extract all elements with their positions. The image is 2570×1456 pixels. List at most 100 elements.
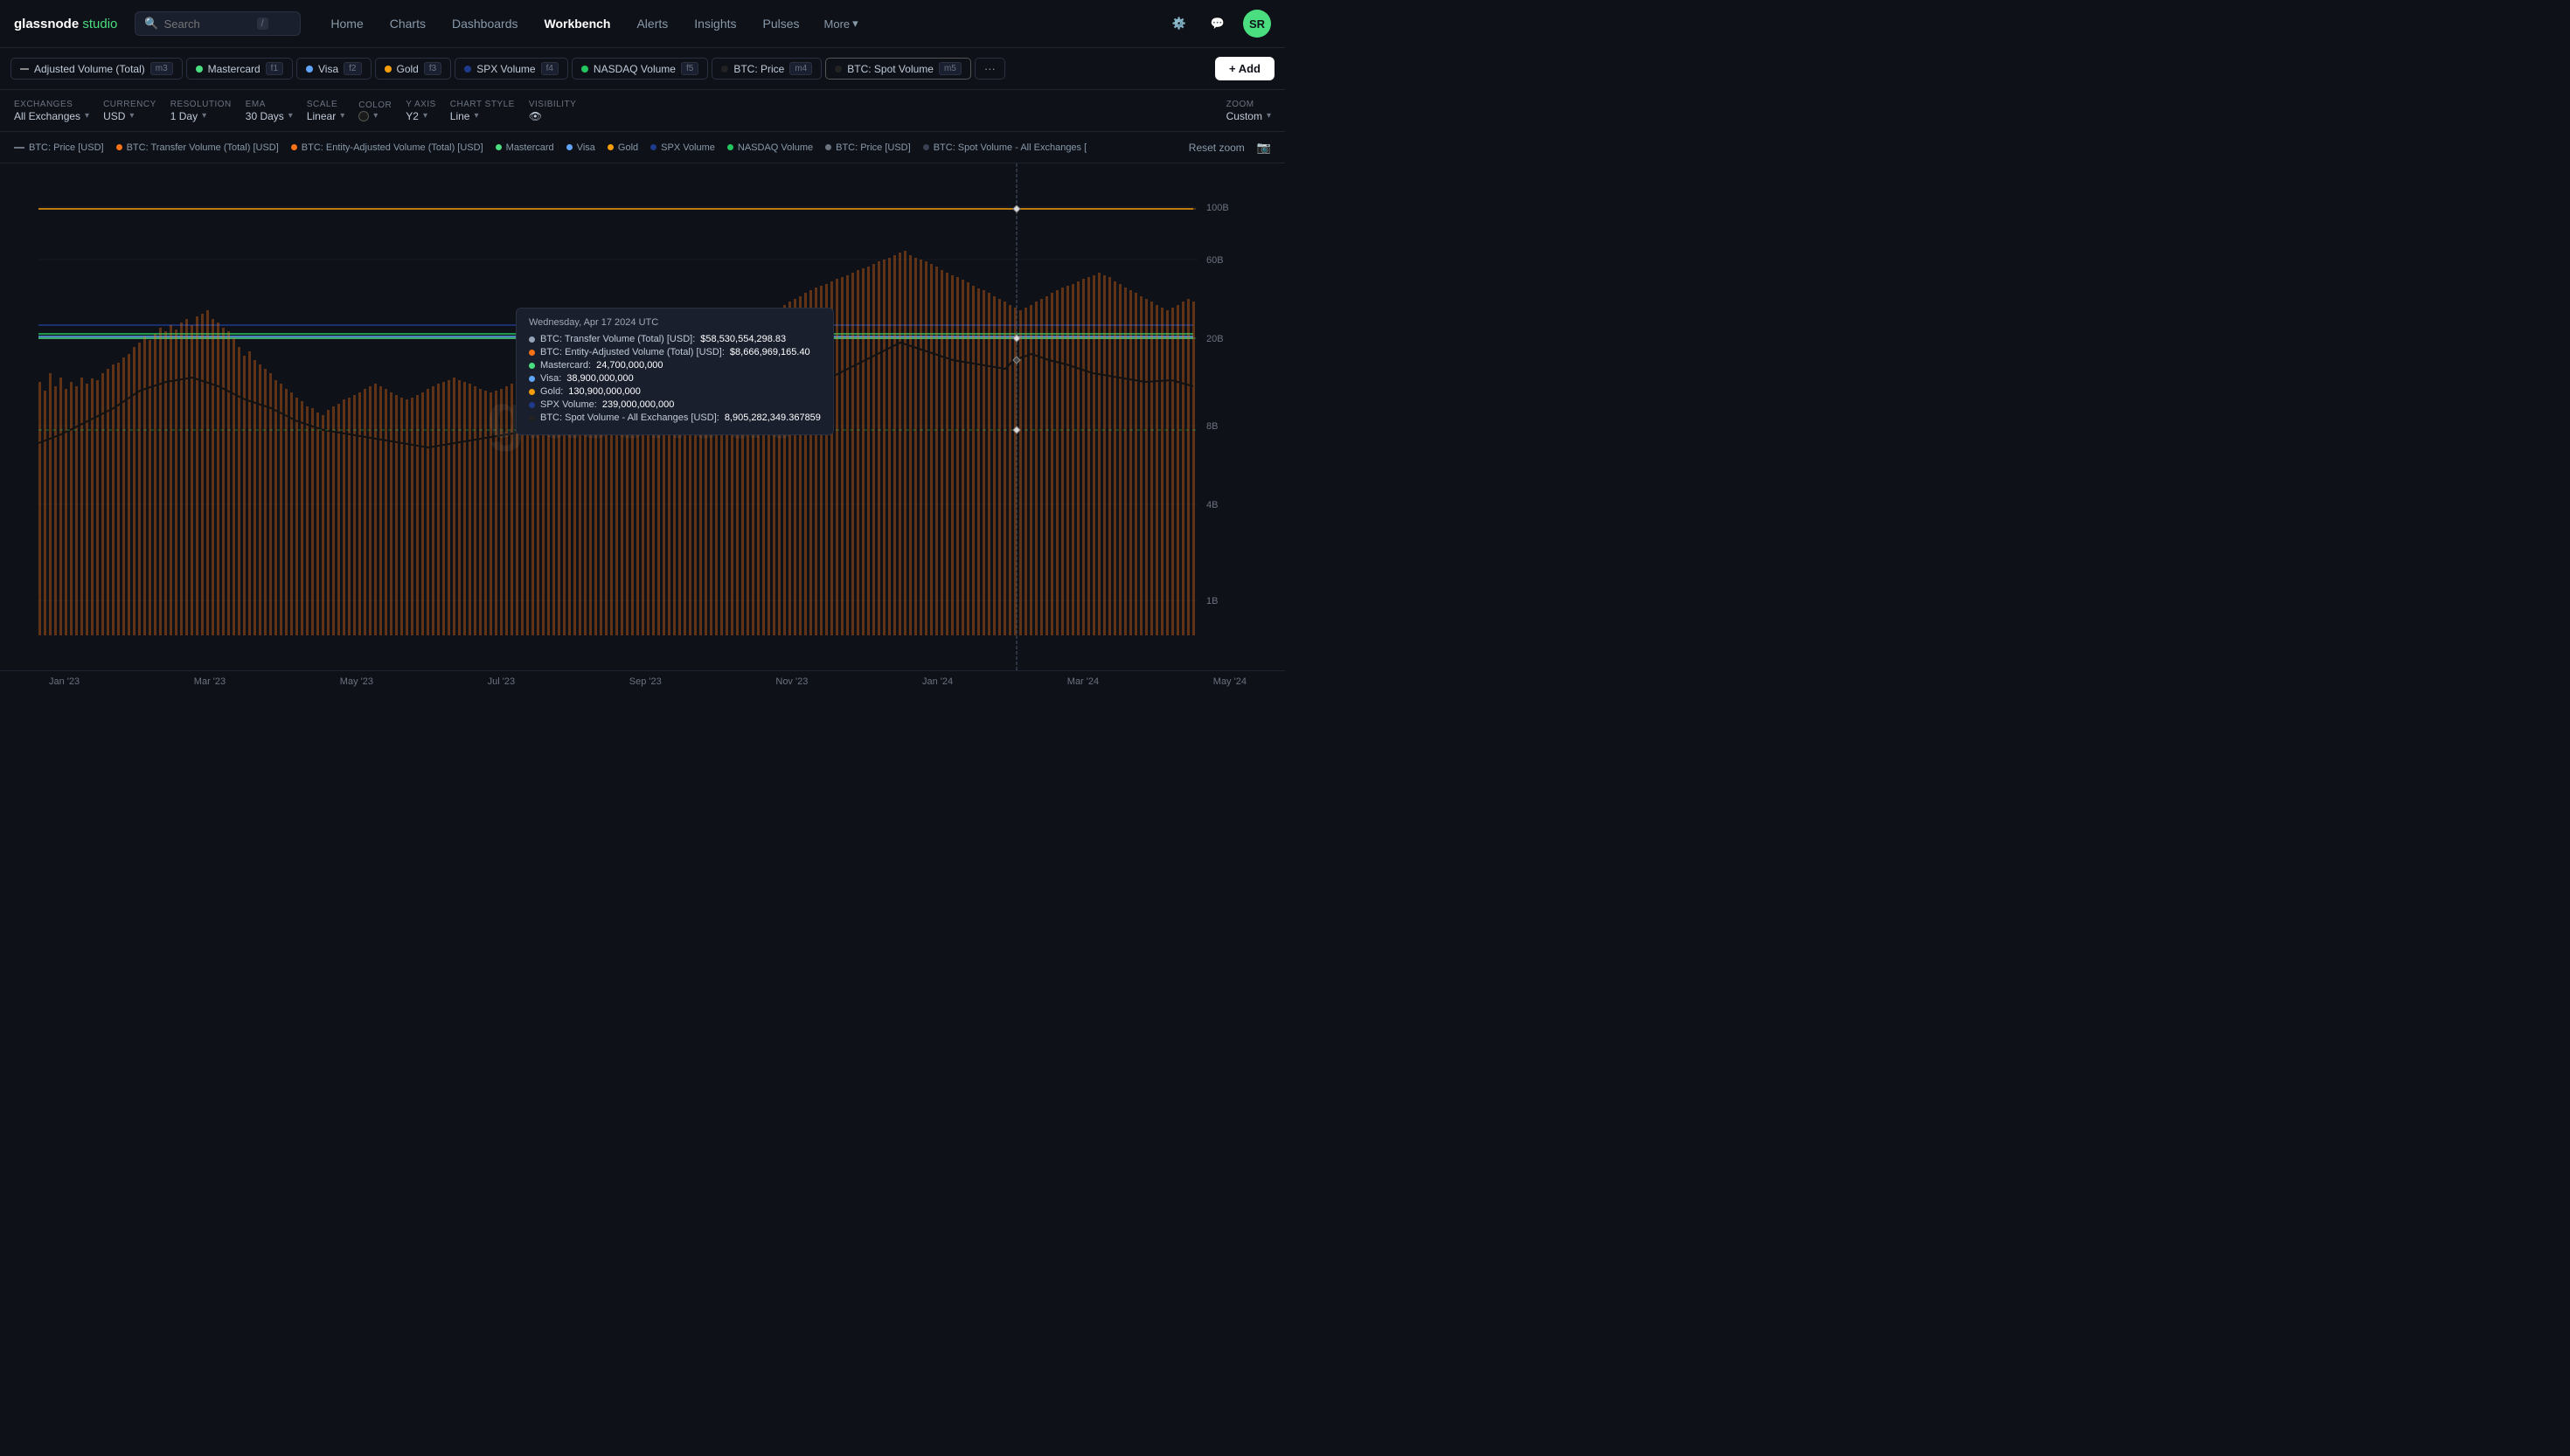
- metric-chip-spx[interactable]: SPX Volume f4: [455, 58, 568, 80]
- metric-chip-btc-spot[interactable]: BTC: Spot Volume m5: [825, 58, 971, 80]
- scale-chevron: ▾: [340, 111, 344, 121]
- visibility-toggle[interactable]: 👁: [529, 110, 576, 122]
- metric-dot-gold: [385, 66, 392, 73]
- metric-dot-btc-spot: [835, 66, 842, 73]
- nav-alerts[interactable]: Alerts: [624, 11, 680, 36]
- tooltip-row-4: Gold: 130,900,000,000: [529, 386, 821, 397]
- chat-icon[interactable]: 💬: [1205, 10, 1231, 37]
- nav-insights[interactable]: Insights: [682, 11, 748, 36]
- svg-text:8B: 8B: [1206, 421, 1218, 432]
- tooltip-row-6: BTC: Spot Volume - All Exchanges [USD]: …: [529, 413, 821, 423]
- legend-bar: BTC: Price [USD] BTC: Transfer Volume (T…: [0, 132, 1285, 163]
- legend-item-transfer-vol: BTC: Transfer Volume (Total) [USD]: [116, 142, 279, 153]
- ema-control: EMA 30 Days ▾: [246, 100, 293, 122]
- legend-item-entity-adj: BTC: Entity-Adjusted Volume (Total) [USD…: [291, 142, 483, 153]
- yaxis-select[interactable]: Y2 ▾: [406, 110, 436, 122]
- color-control: Color ▾: [358, 101, 392, 121]
- chart-area: glassnode 100B 60B 20B 8B 4B 1B: [0, 163, 1285, 670]
- chart-tooltip: Wednesday, Apr 17 2024 UTC BTC: Transfer…: [516, 308, 834, 435]
- tooltip-dot-0: [529, 336, 535, 343]
- currency-chevron: ▾: [129, 111, 134, 121]
- nav-pulses[interactable]: Pulses: [751, 11, 812, 36]
- chart-style-select[interactable]: Line ▾: [450, 110, 515, 122]
- tooltip-row-0: BTC: Transfer Volume (Total) [USD]: $58,…: [529, 334, 821, 344]
- legend-dot-mastercard: [496, 144, 502, 150]
- legend-dot-btcspot: [923, 144, 929, 150]
- svg-text:20B: 20B: [1206, 334, 1224, 344]
- legend-dot-visa: [566, 144, 573, 150]
- search-icon: 🔍: [144, 17, 158, 31]
- metric-chip-adj-vol[interactable]: Adjusted Volume (Total) m3: [10, 58, 183, 80]
- zoom-chevron: ▾: [1267, 111, 1271, 121]
- tooltip-row-3: Visa: 38,900,000,000: [529, 373, 821, 384]
- resolution-chevron: ▾: [202, 111, 206, 121]
- zoom-select[interactable]: Custom ▾: [1226, 110, 1271, 122]
- add-metric-button[interactable]: + Add: [1215, 57, 1275, 80]
- metric-chip-nasdaq[interactable]: NASDAQ Volume f5: [572, 58, 708, 80]
- metrics-bar: Adjusted Volume (Total) m3 Mastercard f1…: [0, 48, 1285, 90]
- legend-dot-gold: [608, 144, 614, 150]
- color-chevron: ▾: [373, 111, 378, 121]
- tooltip-dot-6: [529, 415, 535, 421]
- metric-dot-mastercard: [196, 66, 203, 73]
- svg-text:100B: 100B: [1206, 203, 1229, 213]
- exchanges-control: Exchanges All Exchanges ▾: [14, 100, 89, 122]
- currency-control: Currency USD ▾: [103, 100, 156, 122]
- chart-style-chevron: ▾: [474, 111, 478, 121]
- chevron-down-icon: ▾: [852, 17, 858, 31]
- nav-right: ⚙️ 💬 SR: [1166, 10, 1271, 38]
- settings-icon[interactable]: ⚙️: [1166, 10, 1192, 37]
- tooltip-row-2: Mastercard: 24,700,000,000: [529, 360, 821, 371]
- search-bar[interactable]: 🔍 /: [135, 11, 301, 36]
- legend-item-spx: SPX Volume: [650, 142, 715, 153]
- color-select[interactable]: ▾: [358, 111, 392, 121]
- tooltip-dot-2: [529, 363, 535, 369]
- resolution-control: Resolution 1 Day ▾: [170, 100, 232, 122]
- scale-control: Scale Linear ▾: [307, 100, 344, 122]
- reset-zoom-button[interactable]: Reset zoom: [1189, 142, 1245, 154]
- ema-select[interactable]: 30 Days ▾: [246, 110, 293, 122]
- legend-dot-entity: [291, 144, 297, 150]
- tooltip-row-1: BTC: Entity-Adjusted Volume (Total) [USD…: [529, 347, 821, 357]
- svg-text:4B: 4B: [1206, 500, 1218, 510]
- legend-dot-transfer: [116, 144, 122, 150]
- search-input[interactable]: [164, 17, 252, 31]
- legend-dash-btcprice: [14, 147, 24, 149]
- metrics-more-btn[interactable]: ···: [975, 58, 1005, 80]
- legend-item-mastercard: Mastercard: [496, 142, 554, 153]
- yaxis-control: Y Axis Y2 ▾: [406, 100, 436, 122]
- exchanges-select[interactable]: All Exchanges ▾: [14, 110, 89, 122]
- color-swatch: [358, 111, 369, 121]
- scale-select[interactable]: Linear ▾: [307, 110, 344, 122]
- nav-more[interactable]: More ▾: [814, 11, 869, 36]
- logo-text: glassnode studio: [14, 17, 117, 31]
- currency-select[interactable]: USD ▾: [103, 110, 156, 122]
- nav-dashboards[interactable]: Dashboards: [440, 11, 531, 36]
- slash-kbd: /: [257, 17, 268, 30]
- resolution-select[interactable]: 1 Day ▾: [170, 110, 232, 122]
- ema-chevron: ▾: [288, 111, 293, 121]
- tooltip-dot-3: [529, 376, 535, 382]
- metric-chip-mastercard[interactable]: Mastercard f1: [186, 58, 293, 80]
- tooltip-dot-4: [529, 389, 535, 395]
- legend-item-gold: Gold: [608, 142, 638, 153]
- avatar[interactable]: SR: [1243, 10, 1271, 38]
- metric-dot-spx: [464, 66, 471, 73]
- nav-workbench[interactable]: Workbench: [531, 11, 622, 36]
- metric-chip-gold[interactable]: Gold f3: [375, 58, 452, 80]
- metric-dot-nasdaq: [581, 66, 588, 73]
- legend-dot-nasdaq: [727, 144, 733, 150]
- camera-icon[interactable]: 📷: [1257, 141, 1271, 155]
- metric-chip-visa[interactable]: Visa f2: [296, 58, 371, 80]
- legend-item-visa: Visa: [566, 142, 595, 153]
- zoom-control: Zoom Custom ▾: [1226, 100, 1271, 122]
- metric-chip-btc-price[interactable]: BTC: Price m4: [712, 58, 822, 80]
- topnav: glassnode studio 🔍 / Home Charts Dashboa…: [0, 0, 1285, 48]
- nav-charts[interactable]: Charts: [378, 11, 438, 36]
- nav-home[interactable]: Home: [318, 11, 375, 36]
- chart-style-control: Chart Style Line ▾: [450, 100, 515, 122]
- tooltip-dot-1: [529, 350, 535, 356]
- tooltip-date: Wednesday, Apr 17 2024 UTC: [529, 317, 821, 328]
- metric-dot-visa: [306, 66, 313, 73]
- nav-links: Home Charts Dashboards Workbench Alerts …: [318, 11, 1166, 36]
